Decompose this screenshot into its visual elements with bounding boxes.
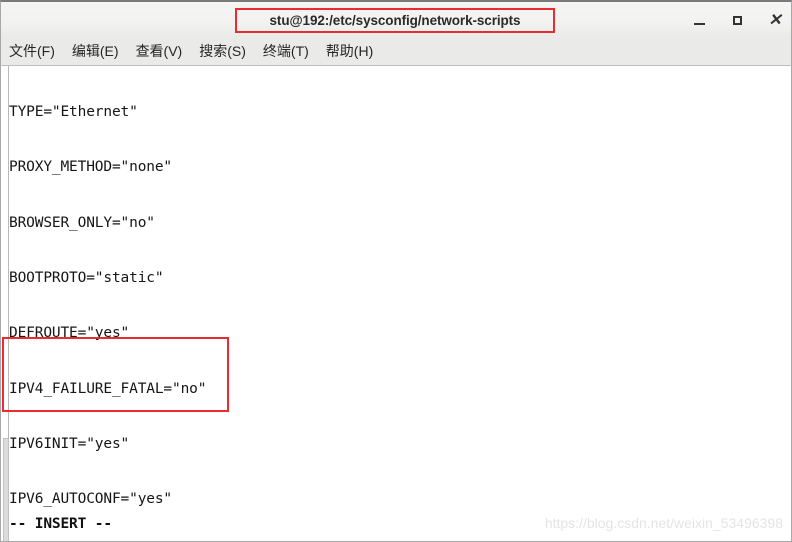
menu-file[interactable]: 文件(F): [9, 41, 55, 61]
menu-terminal[interactable]: 终端(T): [263, 41, 309, 61]
terminal-content-area[interactable]: TYPE="Ethernet" PROXY_METHOD="none" BROW…: [0, 66, 792, 542]
buffer-line: BROWSER_ONLY="no": [9, 214, 155, 231]
window-controls: ✕: [691, 2, 783, 39]
scrollbar-track[interactable]: [2, 66, 9, 541]
buffer-line: PROXY_METHOD="none": [9, 159, 173, 176]
watermark: https://blog.csdn.net/weixin_53496398: [544, 515, 783, 531]
minimize-icon[interactable]: [691, 13, 707, 29]
buffer-line: IPV6INIT="yes": [9, 435, 130, 452]
maximize-icon[interactable]: [729, 13, 745, 29]
buffer-line: TYPE="Ethernet": [9, 103, 138, 120]
vim-status-line: -- INSERT --: [9, 516, 112, 532]
terminal-window: stu@192:/etc/sysconfig/network-scripts ✕…: [0, 0, 792, 542]
buffer-line: IPV4_FAILURE_FATAL="no": [9, 380, 207, 397]
menu-view[interactable]: 查看(V): [136, 41, 183, 61]
buffer-line: IPV6_AUTOCONF="yes": [9, 491, 173, 508]
window-title-highlight-box: stu@192:/etc/sysconfig/network-scripts: [235, 8, 555, 33]
window-title: stu@192:/etc/sysconfig/network-scripts: [269, 13, 521, 28]
close-icon[interactable]: ✕: [767, 12, 783, 29]
buffer-line: BOOTPROTO="static": [9, 269, 164, 286]
menu-edit[interactable]: 编辑(E): [72, 41, 119, 61]
menu-bar: 文件(F) 编辑(E) 查看(V) 搜索(S) 终端(T) 帮助(H): [0, 37, 792, 66]
buffer-line: DEFROUTE="yes": [9, 325, 130, 342]
title-bar: stu@192:/etc/sysconfig/network-scripts ✕: [0, 0, 792, 37]
vim-buffer: TYPE="Ethernet" PROXY_METHOD="none" BROW…: [9, 66, 789, 541]
menu-search[interactable]: 搜索(S): [199, 41, 246, 61]
menu-help[interactable]: 帮助(H): [326, 41, 373, 61]
